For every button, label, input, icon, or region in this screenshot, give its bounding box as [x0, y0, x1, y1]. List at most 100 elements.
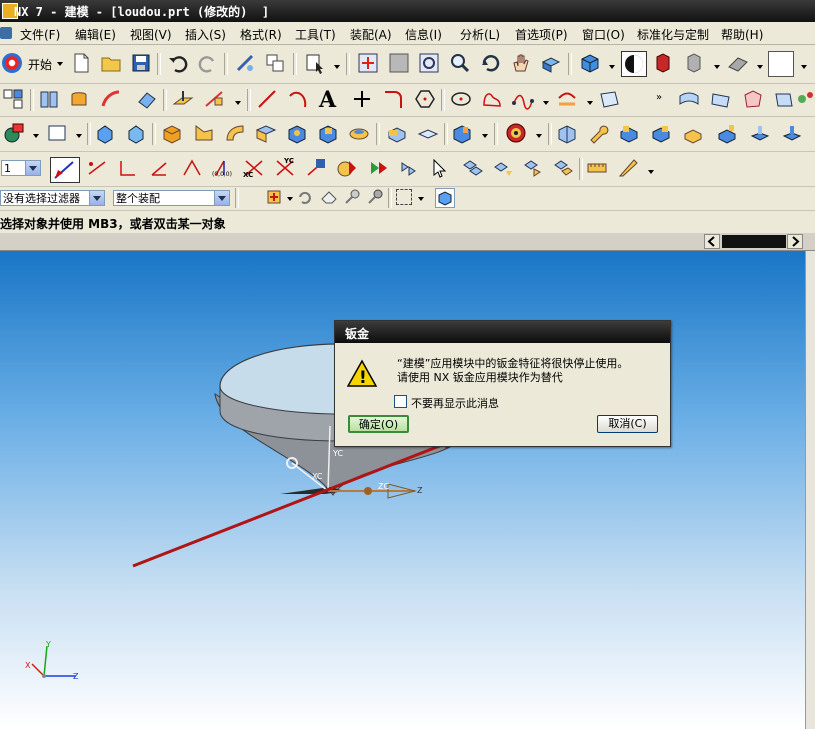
shell-icon[interactable]: [68, 88, 90, 110]
sweep-icon[interactable]: [100, 88, 122, 110]
sketch-dropdown-icon[interactable]: [33, 134, 39, 138]
menu-file[interactable]: 文件(F): [20, 26, 60, 43]
background-color-icon[interactable]: [768, 51, 794, 77]
fillet-curve-icon[interactable]: [382, 88, 404, 110]
sketch-plane-dropdown-icon[interactable]: [76, 134, 82, 138]
ruled-surface-icon[interactable]: [678, 88, 700, 110]
menu-assembly[interactable]: 装配(A): [350, 26, 392, 43]
perpendicular-constraint-icon[interactable]: [180, 157, 202, 179]
chamfer-icon[interactable]: [451, 122, 473, 144]
eraser-icon[interactable]: [320, 188, 338, 206]
save-constraint-icon[interactable]: [305, 157, 327, 179]
menu-edit[interactable]: 编辑(E): [75, 26, 116, 43]
pocket-icon[interactable]: [348, 122, 370, 144]
show-hide-dropdown-icon[interactable]: [714, 65, 720, 69]
undo-selection-icon[interactable]: [296, 188, 314, 206]
arc-icon[interactable]: [287, 88, 309, 110]
sketch-icon[interactable]: [3, 122, 25, 144]
sheet-metal-icon[interactable]: [192, 122, 214, 144]
convert-reference-icon[interactable]: [461, 157, 483, 179]
sketch-plane-icon[interactable]: [46, 122, 68, 144]
slot-icon[interactable]: [417, 122, 439, 144]
triad-z-handle[interactable]: [364, 487, 372, 495]
ellipse-icon[interactable]: [450, 88, 472, 110]
new-file-icon[interactable]: [70, 52, 92, 74]
lasso-select-icon[interactable]: [343, 188, 361, 206]
block-icon[interactable]: [161, 122, 183, 144]
spline-icon[interactable]: [481, 88, 503, 110]
angular-dimension-icon[interactable]: [148, 157, 170, 179]
curve-dropdown-icon[interactable]: [543, 101, 549, 105]
book-icon[interactable]: [38, 88, 60, 110]
menu-customize[interactable]: 标准化与定制: [637, 26, 709, 43]
vertical-dimension-icon[interactable]: [117, 157, 139, 179]
pattern-dropdown-icon[interactable]: [536, 134, 542, 138]
start-dropdown-icon[interactable]: [57, 62, 63, 66]
select-cursor-icon[interactable]: [430, 157, 452, 179]
snap-dropdown-icon[interactable]: [287, 197, 293, 201]
datum-plane-icon[interactable]: [172, 88, 194, 110]
open-folder-icon[interactable]: [100, 52, 122, 74]
menu-format[interactable]: 格式(R): [240, 26, 282, 43]
snap-point-icon[interactable]: [266, 188, 284, 206]
hide-solid-icon[interactable]: [652, 52, 674, 74]
studio-spline-icon[interactable]: [512, 88, 534, 110]
section-view-icon[interactable]: [727, 52, 749, 74]
selection-tools-icon[interactable]: [304, 52, 326, 74]
menu-insert[interactable]: 插入(S): [185, 26, 226, 43]
animate-icon[interactable]: [336, 157, 358, 179]
boss-icon[interactable]: [317, 122, 339, 144]
measure-angle-icon[interactable]: [617, 157, 639, 179]
scroll-right-button[interactable]: [787, 234, 803, 249]
layer-dropdown-icon[interactable]: [25, 161, 40, 175]
fit-view-icon[interactable]: [357, 52, 379, 74]
undo-icon[interactable]: [167, 52, 189, 74]
zoom-window-icon[interactable]: [418, 52, 440, 74]
copy-icon[interactable]: [264, 52, 286, 74]
text-icon[interactable]: A: [319, 87, 341, 113]
scroll-left-button[interactable]: [704, 234, 720, 249]
alternate-solution-icon[interactable]: [492, 157, 514, 179]
selection-scope-dropdown-icon[interactable]: [214, 191, 229, 205]
selection-scope-select[interactable]: 整个装配: [113, 190, 230, 206]
save-icon[interactable]: [130, 52, 152, 74]
assembly-icon[interactable]: [556, 122, 578, 144]
trim-body-icon[interactable]: [618, 122, 640, 144]
wrench-icon[interactable]: [587, 122, 609, 144]
inferred-dimension-icon[interactable]: [50, 157, 80, 183]
offset-dropdown-icon[interactable]: [587, 101, 593, 105]
rectangle-select-dropdown-icon[interactable]: [418, 197, 424, 201]
type-filter-dropdown-icon[interactable]: [89, 191, 104, 205]
scroll-thumb[interactable]: [722, 235, 786, 248]
pan-icon[interactable]: [510, 52, 532, 74]
background-dropdown-icon[interactable]: [801, 65, 807, 69]
datum-dropdown-icon[interactable]: [235, 101, 241, 105]
rectangle-select-icon[interactable]: [396, 189, 412, 205]
dont-show-again-checkbox[interactable]: [394, 395, 407, 408]
offset-curve-icon[interactable]: [556, 88, 578, 110]
cut-icon[interactable]: [234, 52, 256, 74]
point-icon[interactable]: [351, 88, 373, 110]
offset-face-icon[interactable]: [682, 122, 704, 144]
infer-constraints-icon[interactable]: [522, 157, 544, 179]
select-face-cube-icon[interactable]: [435, 188, 455, 208]
menu-window[interactable]: 窗口(O): [582, 26, 625, 43]
relation-browser-icon[interactable]: [552, 157, 574, 179]
viewport-vertical-scrollbar[interactable]: [805, 251, 815, 729]
through-mesh-icon[interactable]: [742, 88, 764, 110]
hole-icon[interactable]: [286, 122, 308, 144]
measure-distance-icon[interactable]: [586, 157, 608, 179]
polygon-icon[interactable]: [414, 88, 436, 110]
datum-axis-icon[interactable]: [203, 88, 225, 110]
constraint-display-icon[interactable]: [399, 157, 421, 179]
show-solid-icon[interactable]: [683, 52, 705, 74]
orient-view-icon[interactable]: [540, 52, 562, 74]
n-sided-surface-icon[interactable]: [773, 88, 795, 110]
through-curves-icon[interactable]: [710, 88, 732, 110]
toolbar-overflow-icon[interactable]: »: [656, 92, 662, 103]
surface-icon[interactable]: [136, 88, 158, 110]
bend-icon[interactable]: [255, 122, 277, 144]
menu-info[interactable]: 信息(I): [405, 26, 442, 43]
line-icon[interactable]: [256, 88, 278, 110]
xc-constraint-icon[interactable]: XC: [243, 157, 265, 179]
